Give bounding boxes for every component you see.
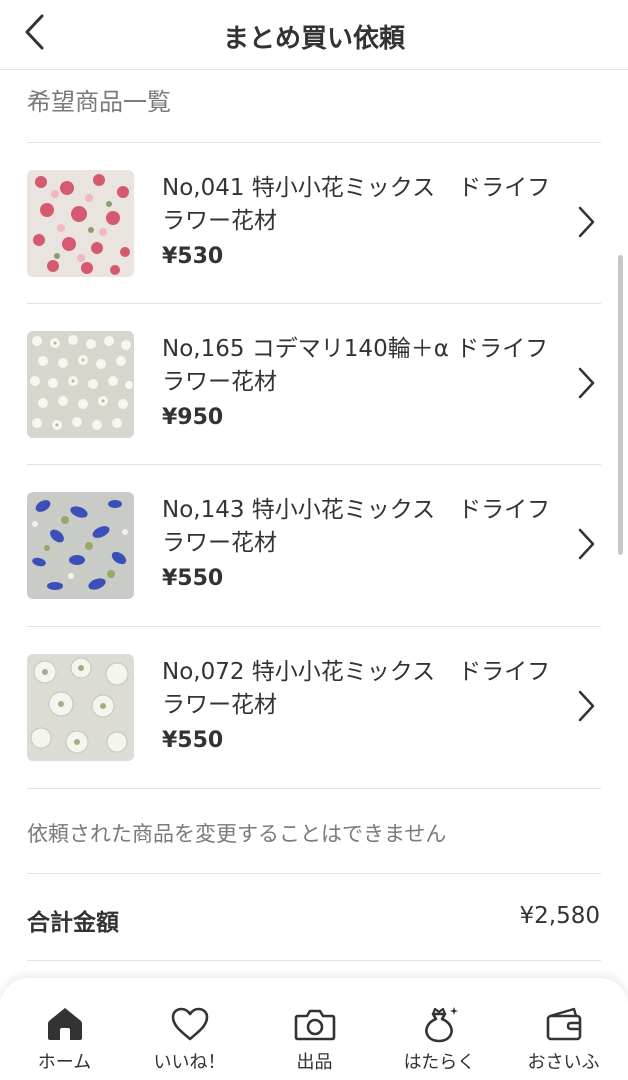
divider: [27, 960, 601, 961]
item-price: ¥550: [162, 728, 224, 753]
list-item[interactable]: No,143 特小小花ミックス ドライフラワー花材 ¥550: [0, 464, 628, 624]
product-thumbnail: [27, 654, 134, 761]
camera-icon: [293, 1004, 337, 1044]
tab-label: いいね！: [153, 1052, 226, 1073]
list-item[interactable]: No,041 特小小花ミックス ドライフラワー花材 ¥530: [0, 142, 628, 302]
chevron-right-icon: [578, 367, 595, 399]
item-price: ¥950: [162, 405, 224, 430]
tab-home[interactable]: ホーム: [2, 978, 127, 1080]
tab-label: おさいふ: [527, 1052, 600, 1073]
tab-label: はたらく: [403, 1052, 476, 1073]
total-value: ¥2,580: [519, 903, 600, 929]
money-bag-icon: [418, 1004, 462, 1044]
wallet-icon: [542, 1004, 586, 1044]
product-thumbnail: [27, 492, 134, 599]
item-name: No,072 特小小花ミックス ドライフラワー花材: [162, 659, 551, 718]
total-label: 合計金額: [27, 910, 119, 936]
tab-sell[interactable]: 出品: [252, 978, 377, 1080]
app-header: まとめ買い依頼: [0, 0, 628, 70]
product-thumbnail: [27, 331, 134, 438]
tab-work[interactable]: はたらく: [377, 978, 502, 1080]
home-icon: [43, 1004, 87, 1044]
tab-wallet[interactable]: おさいふ: [501, 978, 626, 1080]
page-title: まとめ買い依頼: [222, 24, 405, 54]
notice-text: 依頼された商品を変更することはできません: [27, 822, 447, 846]
tab-label: ホーム: [37, 1052, 92, 1073]
bottom-tab-bar: ホーム いいね！ 出品 はたらく おさいふ: [0, 978, 628, 1080]
tab-likes[interactable]: いいね！: [127, 978, 252, 1080]
divider: [27, 788, 601, 789]
section-title: 希望商品一覧: [27, 88, 171, 116]
list-item[interactable]: No,165 コデマリ140輪＋α ドライフラワー花材 ¥950: [0, 303, 628, 463]
chevron-right-icon: [578, 690, 595, 722]
list-item[interactable]: No,072 特小小花ミックス ドライフラワー花材 ¥550: [0, 626, 628, 786]
item-name: No,143 特小小花ミックス ドライフラワー花材: [162, 497, 551, 556]
chevron-right-icon: [578, 528, 595, 560]
chevron-right-icon: [578, 206, 595, 238]
item-name: No,041 特小小花ミックス ドライフラワー花材: [162, 175, 551, 234]
product-thumbnail: [27, 170, 134, 277]
item-price: ¥530: [162, 244, 224, 269]
heart-icon: [168, 1004, 212, 1044]
item-name: No,165 コデマリ140輪＋α ドライフラワー花材: [162, 336, 549, 395]
divider: [27, 873, 601, 874]
tab-label: 出品: [296, 1052, 333, 1073]
item-price: ¥550: [162, 566, 224, 591]
